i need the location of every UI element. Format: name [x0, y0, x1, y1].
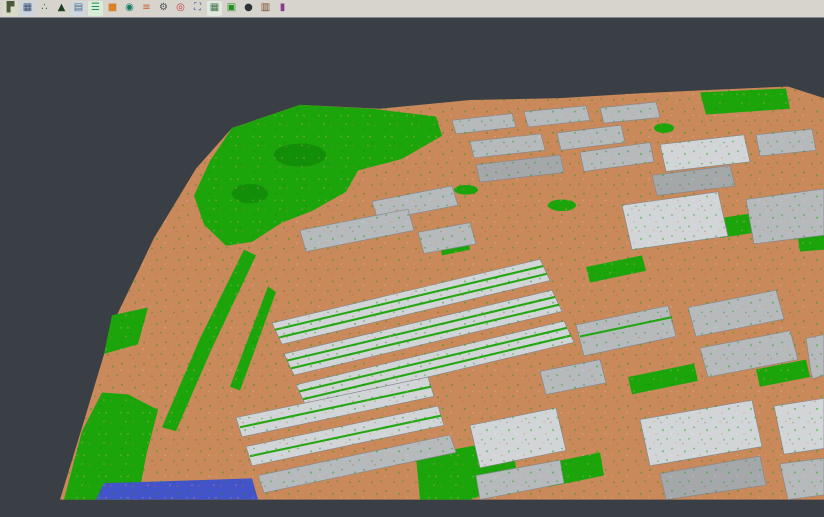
dem-icon[interactable]: ■	[105, 1, 120, 16]
sphere-view-icon[interactable]: ●	[241, 1, 256, 16]
texture-icon[interactable]: ▥	[258, 1, 273, 16]
histogram-icon[interactable]: ▮	[275, 1, 290, 16]
toolbar: ▛▦∴▲▤☰■◉≡⚙◎⛶▦▣●▥▮	[0, 0, 824, 18]
grid-view-icon[interactable]: ▦	[207, 1, 222, 16]
mesh-layers-icon[interactable]: ☰	[88, 1, 103, 16]
globe-icon[interactable]: ◉	[122, 1, 137, 16]
record-view-icon[interactable]: ◎	[173, 1, 188, 16]
terrain-icon[interactable]: ▲	[54, 1, 69, 16]
scene-3d-view[interactable]	[0, 18, 824, 517]
contour-lines-icon[interactable]: ≡	[139, 1, 154, 16]
application-window: ▛▦∴▲▤☰■◉≡⚙◎⛶▦▣●▥▮	[0, 0, 824, 517]
save-icon[interactable]: ▦	[20, 1, 35, 16]
classify-points-icon[interactable]: ▣	[224, 1, 239, 16]
import-cloud-icon[interactable]: ∴	[37, 1, 52, 16]
viewport-3d[interactable]	[0, 18, 824, 517]
open-project-icon[interactable]: ▛	[3, 1, 18, 16]
settings-gear-icon[interactable]: ⚙	[156, 1, 171, 16]
crop-region-icon[interactable]: ⛶	[190, 1, 205, 16]
ortho-photo-icon[interactable]: ▤	[71, 1, 86, 16]
